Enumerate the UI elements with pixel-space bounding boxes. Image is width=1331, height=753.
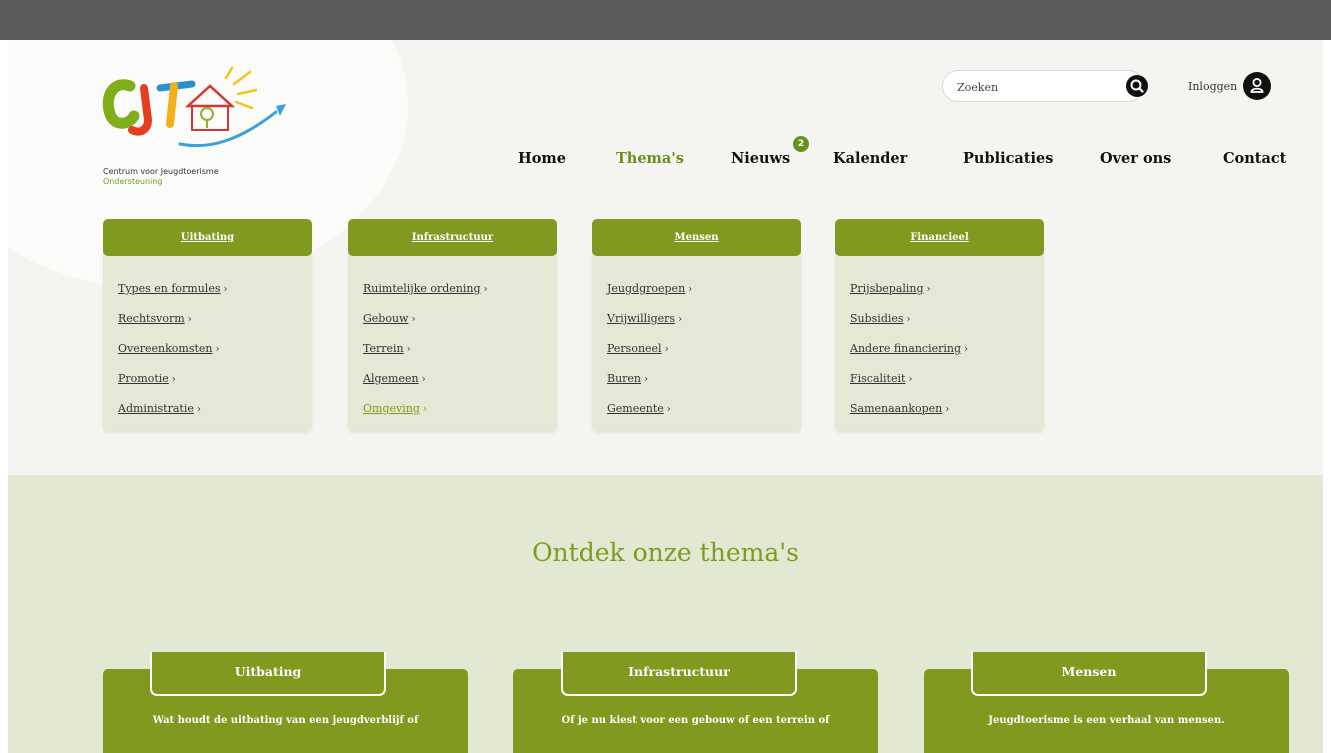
- chevron-right-icon: ›: [688, 284, 693, 295]
- chevron-right-icon: ›: [926, 284, 931, 295]
- mega-link[interactable]: Andere financiering ›: [850, 342, 968, 355]
- mega-link[interactable]: Types en formules ›: [118, 282, 227, 295]
- nav-nieuws[interactable]: Nieuws: [731, 150, 790, 167]
- logo-name: Centrum voor Jeugdtoerisme: [103, 167, 219, 176]
- chevron-right-icon: ›: [421, 374, 426, 385]
- mega-column-body: Ruimtelijke ordening › Gebouw › Terrein › A…: [348, 252, 557, 431]
- chevron-right-icon: ›: [406, 344, 411, 355]
- mega-heading-financieel[interactable]: Financieel: [835, 219, 1044, 256]
- search-icon: [1130, 79, 1144, 93]
- mega-link[interactable]: Gemeente ›: [607, 402, 671, 415]
- chevron-right-icon: ›: [664, 344, 669, 355]
- page: Centrum voor Jeugdtoerisme Ondersteuning…: [8, 40, 1323, 753]
- search-box: [942, 70, 1148, 102]
- chevron-right-icon: ›: [422, 404, 427, 415]
- mega-heading-infrastructuur[interactable]: Infrastructuur: [348, 219, 557, 256]
- mega-link[interactable]: Gebouw ›: [363, 312, 415, 325]
- news-count-badge: 2: [793, 136, 809, 152]
- chevron-right-icon: ›: [223, 284, 228, 295]
- mega-link[interactable]: Jeugdgroepen ›: [607, 282, 692, 295]
- mega-heading-uitbating[interactable]: Uitbating: [103, 219, 312, 256]
- mega-link[interactable]: Buren ›: [607, 372, 648, 385]
- mega-link[interactable]: Terrein ›: [363, 342, 411, 355]
- chevron-right-icon: ›: [171, 374, 176, 385]
- mega-link[interactable]: Prijsbepaling ›: [850, 282, 931, 295]
- browser-top-bar: [0, 0, 1331, 40]
- mega-column-financieel: Prijsbepaling › Subsidies › Andere financi…: [835, 219, 1044, 431]
- mega-link[interactable]: Algemeen ›: [363, 372, 426, 385]
- mega-column-body: Jeugdgroepen › Vrijwilligers › Personeel › …: [592, 252, 801, 431]
- mega-link[interactable]: Ruimtelijke ordening ›: [363, 282, 488, 295]
- theme-card-title[interactable]: Infrastructuur: [561, 652, 797, 696]
- page-left-edge: [0, 40, 8, 753]
- chevron-right-icon: ›: [196, 404, 201, 415]
- theme-card-uitbating[interactable]: Uitbating Wat houdt de uitbating van een…: [103, 652, 468, 753]
- chevron-right-icon: ›: [215, 344, 220, 355]
- chevron-right-icon: ›: [187, 314, 192, 325]
- chevron-right-icon: ›: [906, 314, 911, 325]
- mega-link[interactable]: Samenaankopen ›: [850, 402, 949, 415]
- chevron-right-icon: ›: [411, 314, 416, 325]
- mega-heading-mensen[interactable]: Mensen: [592, 219, 801, 256]
- chevron-right-icon: ›: [483, 284, 488, 295]
- search-button[interactable]: [1126, 75, 1148, 97]
- login-link[interactable]: Inloggen: [1188, 72, 1272, 100]
- themes-section: Ontdek onze thema's Uitbating Wat houdt …: [8, 475, 1323, 753]
- theme-card-mensen[interactable]: Mensen Jeugdtoerisme is een verhaal van …: [924, 652, 1289, 753]
- mega-link[interactable]: Rechtsvorm ›: [118, 312, 192, 325]
- nav-kalender[interactable]: Kalender: [833, 150, 907, 167]
- chevron-right-icon: ›: [666, 404, 671, 415]
- mega-link[interactable]: Promotie ›: [118, 372, 176, 385]
- nav-contact[interactable]: Contact: [1223, 150, 1286, 167]
- theme-card-title[interactable]: Uitbating: [150, 652, 386, 696]
- user-icon: [1250, 78, 1264, 93]
- login-label: Inloggen: [1188, 79, 1238, 93]
- theme-card-infrastructuur[interactable]: Infrastructuur Of je nu kiest voor een g…: [513, 652, 878, 753]
- page-right-edge: [1323, 40, 1331, 753]
- login-button[interactable]: [1243, 72, 1272, 100]
- mega-column-mensen: Jeugdgroepen › Vrijwilligers › Personeel › …: [592, 219, 801, 431]
- nav-home[interactable]: Home: [518, 150, 566, 167]
- section-title: Ontdek onze thema's: [532, 538, 799, 567]
- mega-link[interactable]: Fiscaliteit ›: [850, 372, 912, 385]
- mega-link[interactable]: Vrijwilligers ›: [607, 312, 682, 325]
- theme-card-text: Jeugdtoerisme is een verhaal van mensen.: [988, 715, 1225, 726]
- chevron-right-icon: ›: [908, 374, 913, 385]
- chevron-right-icon: ›: [678, 314, 683, 325]
- mega-link[interactable]: Omgeving ›: [363, 402, 427, 415]
- nav-over-ons[interactable]: Over ons: [1100, 150, 1171, 167]
- chevron-right-icon: ›: [644, 374, 649, 385]
- mega-column-body: Types en formules › Rechtsvorm › Overeenko…: [103, 252, 312, 431]
- mega-column-uitbating: Types en formules › Rechtsvorm › Overeenko…: [103, 219, 312, 431]
- theme-card-text: Wat houdt de uitbating van een jeugdverb…: [152, 715, 419, 726]
- chevron-right-icon: ›: [945, 404, 950, 415]
- nav-publicaties[interactable]: Publicaties: [963, 150, 1053, 167]
- search-input[interactable]: [957, 78, 1107, 96]
- mega-link[interactable]: Personeel ›: [607, 342, 669, 355]
- mega-link[interactable]: Subsidies ›: [850, 312, 911, 325]
- mega-column-infrastructuur: Ruimtelijke ordening › Gebouw › Terrein › A…: [348, 219, 557, 431]
- nav-themas[interactable]: Thema's: [616, 150, 684, 167]
- mega-link[interactable]: Administratie ›: [118, 402, 201, 415]
- cjt-logo-icon[interactable]: [100, 64, 300, 184]
- mega-column-body: Prijsbepaling › Subsidies › Andere financi…: [835, 252, 1044, 431]
- theme-card-title[interactable]: Mensen: [971, 652, 1207, 696]
- theme-card-text: Of je nu kiest voor een gebouw of een te…: [561, 715, 830, 726]
- chevron-right-icon: ›: [964, 344, 968, 355]
- mega-link[interactable]: Overeenkomsten ›: [118, 342, 219, 355]
- logo-subtitle: Ondersteuning: [103, 177, 163, 186]
